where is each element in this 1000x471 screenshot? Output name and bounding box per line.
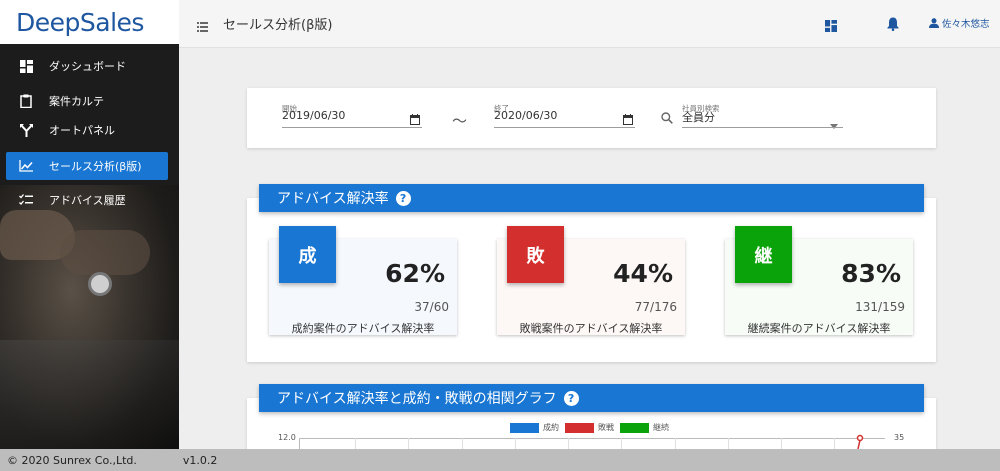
chart-gridline: [355, 438, 356, 449]
sidebar-item-advice-history[interactable]: アドバイス履歴: [6, 186, 168, 214]
sidebar-item-dashboard[interactable]: ダッシュボード: [6, 52, 168, 80]
footer: © 2020 Sunrex Co.,Ltd. v1.0.2: [0, 449, 1000, 471]
sidebar: DeepSales ダッシュボード 案件カルテ オートパネル セールス分析(β版…: [0, 0, 179, 449]
correlation-header: アドバイス解決率と成約・敗戦の相関グラフ ?: [259, 384, 924, 412]
advice-rate-header: アドバイス解決率 ?: [259, 184, 924, 212]
menu-list-icon[interactable]: [197, 17, 208, 36]
end-date-input[interactable]: 2020/06/30: [494, 109, 557, 122]
start-date-underline: [282, 127, 422, 128]
top-header: セールス分析(β版) 佐々木悠志: [179, 0, 1000, 48]
correlation-title: アドバイス解決率と成約・敗戦の相関グラフ: [277, 391, 557, 407]
lost-fraction: 77/176: [634, 300, 677, 314]
sidebar-item-auto-panel[interactable]: オートパネル: [6, 116, 168, 144]
checklist-icon: [19, 193, 33, 207]
continuing-percent: 83%: [841, 259, 901, 288]
search-icon: [661, 109, 673, 128]
lost-caption: 敗戦案件のアドバイス解決率: [519, 322, 663, 335]
user-icon: [929, 18, 939, 28]
help-icon[interactable]: ?: [395, 190, 411, 206]
continuing-caption: 継続案件のアドバイス解決率: [747, 322, 891, 335]
chart-gridline: [675, 438, 676, 449]
chart-gridline: [462, 438, 463, 449]
photo-hand-shape: [60, 230, 150, 275]
legend-swatch: [620, 422, 649, 433]
dashboard-icon[interactable]: [825, 17, 837, 36]
chart-gridline: [834, 438, 835, 449]
logo-bar[interactable]: DeepSales: [0, 0, 179, 44]
notification-bell-icon[interactable]: [887, 16, 899, 35]
employee-select[interactable]: 全員分: [682, 109, 715, 125]
continuing-fraction: 131/159: [855, 300, 905, 314]
sidebar-item-label: オートパネル: [49, 124, 115, 137]
advice-card-continuing: 継 83% 131/159 継続案件のアドバイス解決率: [725, 226, 913, 335]
help-icon[interactable]: ?: [563, 390, 579, 406]
won-percent: 62%: [385, 259, 445, 288]
won-badge: 成: [279, 226, 336, 283]
advice-card-won: 成 62% 37/60 成約案件のアドバイス解決率: [269, 226, 457, 335]
legend-label: 継続: [653, 423, 669, 432]
lost-percent: 44%: [613, 259, 673, 288]
chart-series-lost-point[interactable]: [852, 434, 866, 449]
filter-panel: 開始 2019/06/30 〜 終了 2020/06/30 社員別検索 全員分: [247, 88, 936, 148]
branch-icon: [19, 123, 33, 137]
legend-item-continuing[interactable]: 継続: [620, 422, 669, 433]
y-axis-right-tick: 35: [894, 433, 905, 442]
photo-watch-shape: [88, 272, 112, 296]
chart-gridline: [728, 438, 729, 449]
user-menu[interactable]: 佐々木悠志: [929, 16, 990, 30]
chart-gridline: [515, 438, 516, 449]
advice-card-lost: 敗 44% 77/176 敗戦案件のアドバイス解決率: [497, 226, 685, 335]
date-range-separator: 〜: [452, 112, 468, 130]
y-axis-left-tick: 12.0: [278, 433, 296, 442]
chart-gridline: [781, 438, 782, 449]
legend-item-lost[interactable]: 敗戦: [565, 422, 614, 433]
copyright-text: © 2020 Sunrex Co.,Ltd.: [7, 453, 137, 467]
employee-select-underline: [682, 127, 843, 128]
app-logo[interactable]: DeepSales: [16, 8, 144, 37]
legend-swatch: [510, 422, 539, 433]
end-date-underline: [494, 127, 635, 128]
legend-swatch: [565, 422, 594, 433]
won-fraction: 37/60: [414, 300, 449, 314]
sidebar-item-sales-analysis[interactable]: セールス分析(β版): [6, 152, 168, 180]
chart-gridline: [568, 438, 569, 449]
continuing-badge: 継: [735, 226, 792, 283]
chart-legend: 成約 敗戦 継続: [510, 422, 675, 433]
chart-gridline: [621, 438, 622, 449]
version-text: v1.0.2: [182, 453, 218, 467]
photo-sheen: [0, 340, 179, 449]
legend-label: 成約: [543, 423, 559, 432]
advice-rate-title: アドバイス解決率: [277, 191, 389, 207]
sidebar-item-label: 案件カルテ: [49, 95, 104, 108]
chart-line-icon: [19, 159, 33, 173]
dashboard-icon: [19, 59, 33, 73]
sidebar-item-label: セールス分析(β版): [49, 160, 142, 173]
start-date-input[interactable]: 2019/06/30: [282, 109, 345, 122]
clipboard-icon: [19, 94, 33, 108]
sidebar-item-label: ダッシュボード: [49, 60, 126, 73]
sidebar-item-label: アドバイス履歴: [49, 194, 126, 207]
sidebar-item-case-chart[interactable]: 案件カルテ: [6, 87, 168, 115]
page-title: セールス分析(β版): [223, 18, 333, 33]
legend-label: 敗戦: [598, 423, 614, 432]
legend-item-won[interactable]: 成約: [510, 422, 559, 433]
chart-gridline: [408, 438, 409, 449]
user-name: 佐々木悠志: [942, 19, 990, 30]
chart-plot-area: [299, 438, 885, 449]
won-caption: 成約案件のアドバイス解決率: [291, 322, 435, 335]
chevron-down-icon[interactable]: [830, 114, 838, 133]
lost-badge: 敗: [507, 226, 564, 283]
